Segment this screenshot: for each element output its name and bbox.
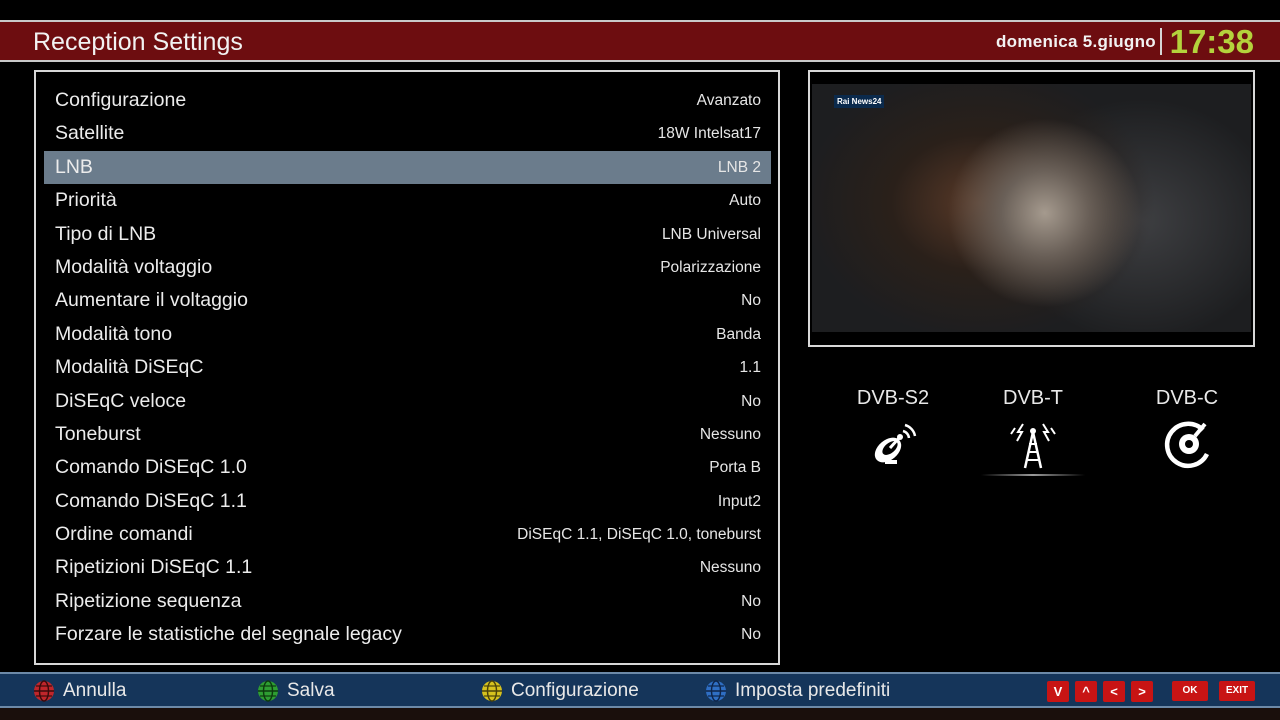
settings-rows: Configurazione Avanzato Satellite 18W Intel… [44,84,771,652]
tuner-dvb-t[interactable]: DVB-T [973,387,1093,476]
cable-plug-icon [1157,414,1217,474]
setting-label: Comando DiSEqC 1.0 [55,456,247,479]
setting-row[interactable]: Ripetizioni DiSEqC 1.1 Nessuno [44,551,771,584]
setting-value: DiSEqC 1.1, DiSEqC 1.0, toneburst [517,526,761,544]
setting-value: Avanzato [696,92,761,109]
setting-label: Tipo di LNB [55,222,157,245]
setting-row[interactable]: Priorità Auto [44,184,771,217]
setting-row[interactable]: Modalità voltaggio Polarizzazione [44,251,771,284]
setting-label: Forzare le statistiche del segnale legac… [55,623,402,646]
setting-row[interactable]: Modalità DiSEqC 1.1 [44,351,771,384]
green-globe-icon [258,680,278,702]
settings-list: Configurazione Avanzato Satellite 18W Intel… [34,70,780,665]
setting-label: LNB [55,155,93,178]
setting-row[interactable]: Comando DiSEqC 1.0 Porta B [44,451,771,484]
tuner-label-dvb-s2: DVB-S2 [856,387,930,409]
red-globe-icon [34,680,54,702]
antenna-tower-icon [1003,414,1063,474]
setting-label: Priorità [55,189,117,212]
setting-value: Polarizzazione [660,258,761,276]
save-button-label: Salva [287,680,335,701]
setting-row[interactable]: Ordine comandi DiSEqC 1.1, DiSEqC 1.0, to… [44,518,771,551]
setting-row[interactable]: Modalità tono Banda [44,318,771,351]
header-divider [1160,28,1162,55]
setting-value: No [741,592,761,610]
ok-key[interactable]: OK [1172,681,1208,701]
setting-row[interactable]: Satellite 18W Intelsat17 [44,117,771,150]
configuration-button-label: Configurazione [511,680,639,701]
setting-label: Modalità tono [55,322,173,345]
setting-label: Modalità DiSEqC [55,356,204,379]
setting-label: Aumentare il voltaggio [55,289,248,312]
down-key[interactable]: V [1047,681,1069,702]
setting-label: Comando DiSEqC 1.1 [55,489,247,512]
tuner-dvb-s2[interactable]: DVB-S2 [833,387,953,474]
setting-row[interactable]: Comando DiSEqC 1.1 Input2 [44,485,771,518]
right-key[interactable]: > [1131,681,1153,702]
setting-row[interactable]: DiSEqC veloce No [44,385,771,418]
tuner-dvb-c[interactable]: DVB-C [1127,387,1247,474]
setting-value: LNB Universal [661,225,761,243]
setting-value: Input2 [717,492,761,510]
header-bar: Reception Settings domenica 5.giugno 17:… [0,20,1280,62]
footer-bar: Annulla Salva Configurazione Imposta pre… [0,672,1280,708]
setting-value: 18W Intelsat17 [657,125,761,143]
page-title: Reception Settings [33,28,243,56]
setting-value: Porta B [709,459,761,477]
set-defaults-button-label: Imposta predefiniti [735,680,891,701]
clock-display: 17:38 [1169,23,1254,60]
setting-label: Satellite [55,122,125,145]
setting-value: Nessuno [699,425,761,443]
setting-value: 1.1 [739,359,761,377]
setting-label: Configurazione [55,89,187,111]
setting-row[interactable]: Configurazione Avanzato [44,84,771,117]
setting-label: DiSEqC veloce [55,389,187,412]
setting-value: Banda [716,325,761,343]
exit-key[interactable]: EXIT [1219,681,1255,701]
setting-label: Ripetizioni DiSEqC 1.1 [55,556,253,579]
blue-globe-icon [706,680,726,702]
left-key[interactable]: < [1103,681,1125,702]
setting-label: Toneburst [55,422,141,445]
setting-value: No [741,626,761,644]
setting-value: No [741,392,761,410]
active-tuner-underline [981,474,1085,476]
tv-preview: Rai News24 [808,70,1255,347]
satellite-dish-icon [863,414,923,474]
setting-row[interactable]: Tipo di LNB LNB Universal [44,218,771,251]
yellow-globe-icon [482,680,502,702]
setting-value: No [741,292,761,310]
setting-row[interactable]: LNB LNB 2 [44,150,771,185]
setting-label: Modalità voltaggio [55,255,213,278]
video-preview: Rai News24 [812,84,1251,332]
setting-label: Ripetizione sequenza [55,589,242,612]
setting-row[interactable]: Ripetizione sequenza No [44,585,771,618]
setting-row[interactable]: Aumentare il voltaggio No [44,284,771,317]
setting-row[interactable]: Toneburst Nessuno [44,418,771,451]
setting-value: Auto [729,192,761,210]
setting-value: LNB 2 [717,158,761,176]
setting-label: Ordine comandi [55,523,193,546]
up-key[interactable]: ^ [1075,681,1097,702]
tuner-label-dvb-t: DVB-T [1003,387,1063,409]
date-display: domenica 5.giugno [995,32,1156,51]
channel-logo: Rai News24 [834,95,885,108]
cancel-button-label: Annulla [63,680,127,701]
tuner-label-dvb-c: DVB-C [1155,387,1219,409]
bottom-background-strip [0,708,1280,720]
setting-row[interactable]: Forzare le statistiche del segnale legac… [44,618,771,651]
setting-value: Nessuno [699,559,761,577]
